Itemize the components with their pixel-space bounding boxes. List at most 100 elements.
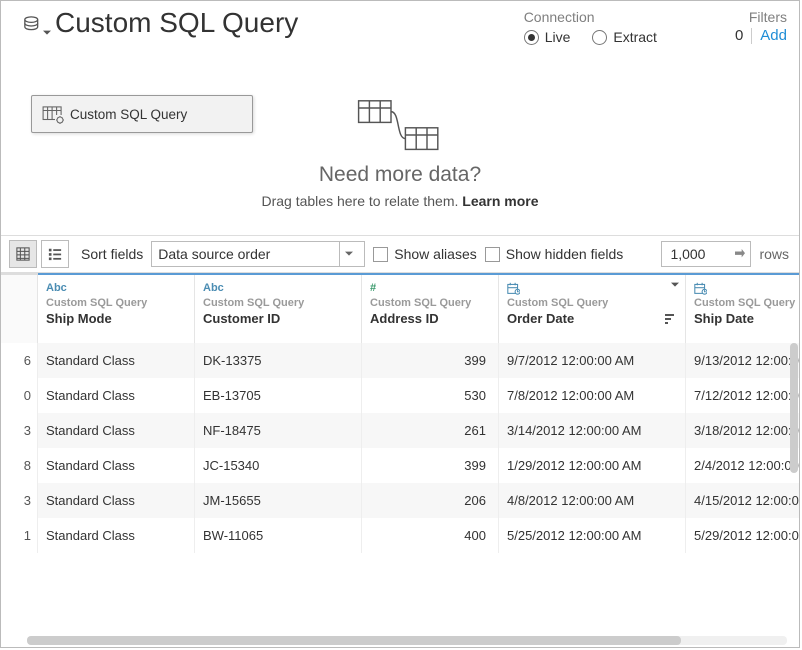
cell[interactable]: Standard Class	[38, 413, 195, 448]
grid-view-button[interactable]	[9, 240, 37, 268]
table-row[interactable]: 3Standard ClassNF-184752613/14/2012 12:0…	[1, 413, 799, 448]
cell[interactable]: 2/4/2012 12:00:00 AM	[686, 448, 800, 483]
cell[interactable]: 4/8/2012 12:00:00 AM	[499, 483, 686, 518]
column-name: Address ID	[370, 311, 490, 326]
drag-hint-prefix: Drag tables here to relate them.	[261, 193, 462, 209]
vertical-scrollbar[interactable]	[790, 343, 798, 473]
sort-indicator-icon[interactable]	[665, 313, 677, 325]
cell[interactable]: 261	[362, 413, 499, 448]
cell[interactable]: 5/29/2012 12:00:00 AM	[686, 518, 800, 553]
filters-label: Filters	[749, 9, 787, 25]
table-row[interactable]: 3Standard ClassJM-156552064/8/2012 12:00…	[1, 483, 799, 518]
cell[interactable]: 206	[362, 483, 499, 518]
cell[interactable]: Standard Class	[38, 483, 195, 518]
cell[interactable]: Standard Class	[38, 378, 195, 413]
table-row[interactable]: 1Standard ClassBW-110654005/25/2012 12:0…	[1, 518, 799, 553]
cell[interactable]: EB-13705	[195, 378, 362, 413]
cell[interactable]: Standard Class	[38, 343, 195, 378]
column-header[interactable]: Custom SQL Query Ship Date	[686, 274, 800, 343]
text-type-icon: Abc	[46, 281, 186, 295]
column-source: Custom SQL Query	[507, 297, 677, 309]
row-number: 1	[1, 518, 38, 553]
cell[interactable]: 9/13/2012 12:00:00 AM	[686, 343, 800, 378]
page-title[interactable]: Custom SQL Query	[55, 7, 298, 39]
cell[interactable]: JM-15655	[195, 483, 362, 518]
cell[interactable]: 7/12/2012 12:00:00 AM	[686, 378, 800, 413]
column-name: Ship Mode	[46, 311, 186, 326]
cell[interactable]: 9/7/2012 12:00:00 AM	[499, 343, 686, 378]
checkbox-unchecked-icon	[373, 247, 388, 262]
cell[interactable]: 1/29/2012 12:00:00 AM	[499, 448, 686, 483]
table-row[interactable]: 6Standard ClassDK-133753999/7/2012 12:00…	[1, 343, 799, 378]
cell[interactable]: 7/8/2012 12:00:00 AM	[499, 378, 686, 413]
rows-label: rows	[759, 246, 789, 262]
column-menu-caret-icon[interactable]	[671, 281, 679, 289]
row-number: 3	[1, 413, 38, 448]
text-type-icon: Abc	[203, 281, 353, 295]
radio-unchecked-icon	[592, 30, 607, 45]
logical-table-pill[interactable]: Custom SQL Query	[31, 95, 253, 133]
show-aliases-label: Show aliases	[394, 246, 477, 262]
cell[interactable]: 3/14/2012 12:00:00 AM	[499, 413, 686, 448]
relate-tables-icon	[355, 97, 445, 157]
column-header[interactable]: Custom SQL Query Order Date	[499, 274, 686, 343]
cell[interactable]: 3/18/2012 12:00:00 AM	[686, 413, 800, 448]
cell[interactable]: 4/15/2012 12:00:00 AM	[686, 483, 800, 518]
cell[interactable]: Standard Class	[38, 448, 195, 483]
sort-fields-label: Sort fields	[81, 246, 143, 262]
cell[interactable]: DK-13375	[195, 343, 362, 378]
column-source: Custom SQL Query	[370, 297, 490, 309]
drag-hint-text: Drag tables here to relate them. Learn m…	[261, 193, 538, 209]
cell[interactable]: JC-15340	[195, 448, 362, 483]
filters-add-link[interactable]: Add	[760, 27, 787, 44]
horizontal-scrollbar[interactable]	[27, 636, 787, 645]
date-type-icon	[694, 281, 799, 295]
horizontal-scrollbar-thumb[interactable]	[27, 636, 681, 645]
column-name: Customer ID	[203, 311, 353, 326]
custom-sql-icon	[42, 106, 62, 122]
number-type-icon: #	[370, 281, 490, 295]
sort-fields-select[interactable]: Data source order	[151, 241, 365, 267]
sort-fields-value: Data source order	[158, 246, 270, 262]
column-header[interactable]: Abc Custom SQL Query Customer ID	[195, 274, 362, 343]
cell[interactable]: BW-11065	[195, 518, 362, 553]
data-grid[interactable]: AbcCustom SQL QueryShip ModeAbcCustom SQ…	[1, 273, 799, 553]
checkbox-unchecked-icon	[485, 247, 500, 262]
column-name: Order Date	[507, 311, 677, 326]
column-source: Custom SQL Query	[694, 297, 799, 309]
radio-checked-icon	[524, 30, 539, 45]
cell[interactable]: NF-18475	[195, 413, 362, 448]
cell[interactable]: 5/25/2012 12:00:00 AM	[499, 518, 686, 553]
datasource-icon[interactable]	[23, 15, 45, 37]
column-header[interactable]: # Custom SQL Query Address ID	[362, 274, 499, 343]
connection-extract-label: Extract	[613, 29, 657, 45]
show-hidden-checkbox[interactable]: Show hidden fields	[485, 246, 624, 262]
rows-input[interactable]: 1,000	[661, 241, 751, 267]
connection-live-radio[interactable]: Live	[524, 29, 571, 45]
column-source: Custom SQL Query	[203, 297, 353, 309]
cell[interactable]: 400	[362, 518, 499, 553]
row-number: 6	[1, 343, 38, 378]
show-aliases-checkbox[interactable]: Show aliases	[373, 246, 477, 262]
row-number: 3	[1, 483, 38, 518]
cell[interactable]: 399	[362, 343, 499, 378]
cell[interactable]: 399	[362, 448, 499, 483]
table-row[interactable]: 8Standard ClassJC-153403991/29/2012 12:0…	[1, 448, 799, 483]
divider	[751, 28, 752, 44]
rows-refresh-arrow-icon[interactable]	[734, 249, 746, 259]
column-header[interactable]: AbcCustom SQL QueryShip Mode	[38, 274, 195, 343]
learn-more-link[interactable]: Learn more	[462, 193, 538, 209]
need-more-data-heading: Need more data?	[319, 163, 481, 187]
filters-count: 0	[735, 27, 743, 44]
date-type-icon	[507, 281, 677, 295]
cell[interactable]: Standard Class	[38, 518, 195, 553]
column-name: Ship Date	[694, 311, 799, 326]
connection-extract-radio[interactable]: Extract	[592, 29, 657, 45]
metadata-view-button[interactable]	[41, 240, 69, 268]
connection-label: Connection	[524, 9, 657, 25]
logical-table-label: Custom SQL Query	[70, 107, 187, 122]
show-hidden-label: Show hidden fields	[506, 246, 624, 262]
cell[interactable]: 530	[362, 378, 499, 413]
table-row[interactable]: 0Standard ClassEB-137055307/8/2012 12:00…	[1, 378, 799, 413]
rows-value: 1,000	[670, 246, 705, 262]
